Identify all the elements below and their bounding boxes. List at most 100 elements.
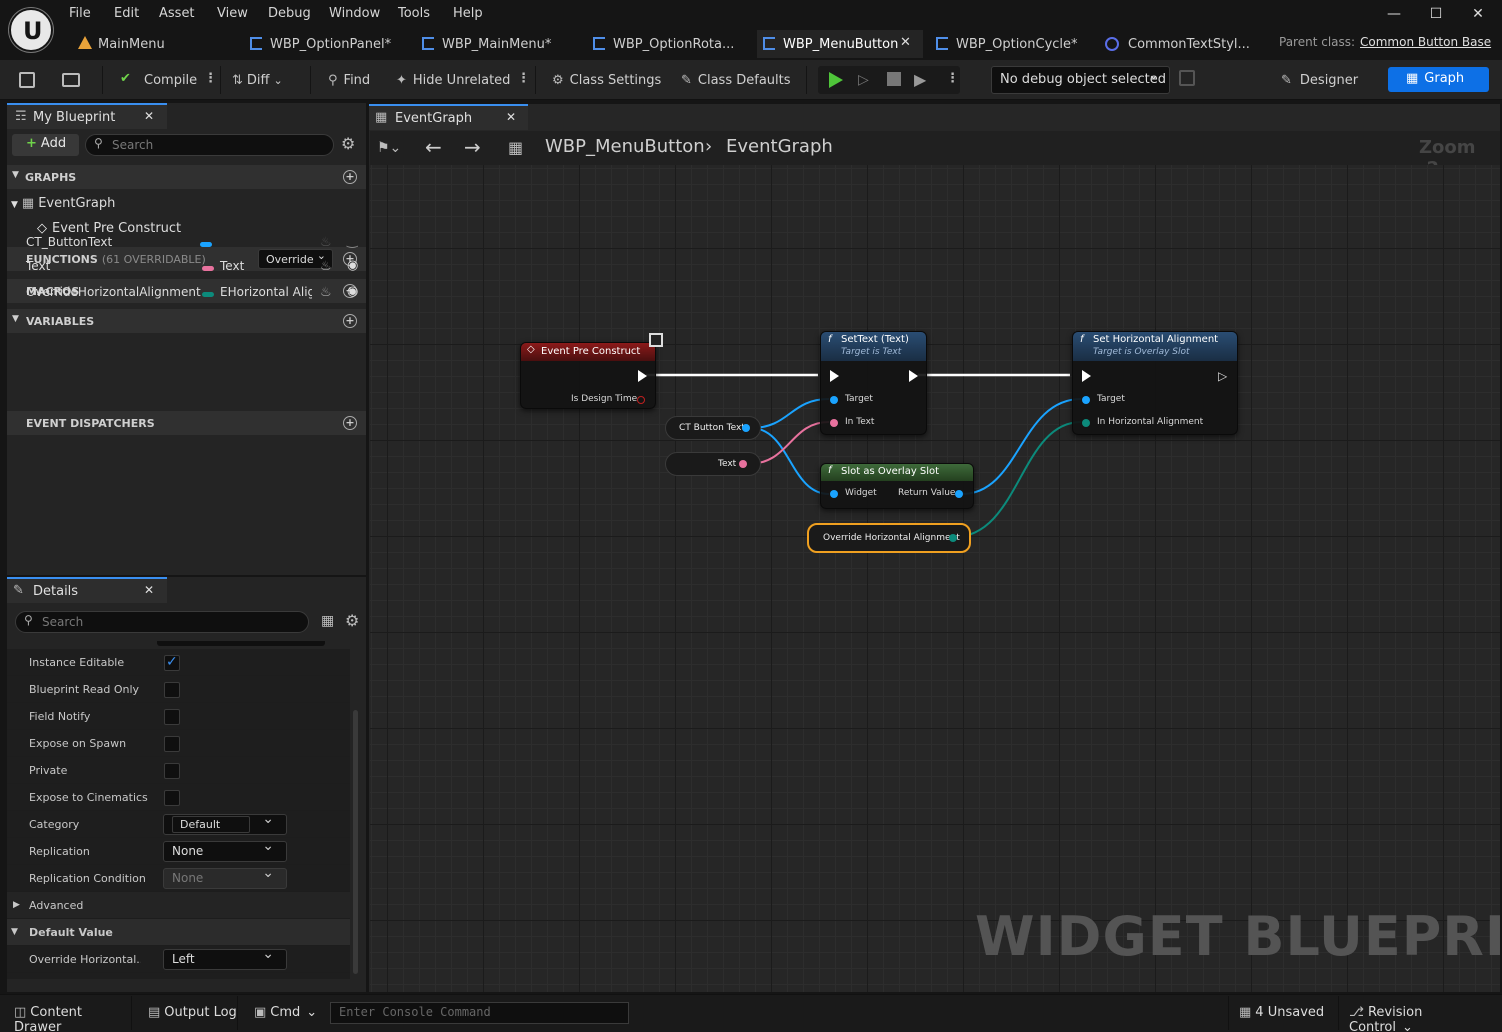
exec-out-pin[interactable] [638, 370, 647, 382]
bookmark-icon[interactable]: ⚑⌄ [377, 140, 401, 156]
event-pre-construct-node[interactable]: ◇ Event Pre Construct Is Design Time [520, 342, 656, 409]
override-horizontal-combo[interactable]: Left [163, 945, 287, 970]
bool-pin[interactable] [637, 396, 645, 404]
menu-window[interactable]: Window [329, 6, 380, 24]
unreal-logo-icon[interactable] [9, 8, 53, 52]
add-graph-icon[interactable]: + [343, 170, 357, 184]
menu-view[interactable]: View [217, 6, 248, 24]
find-button[interactable]: ⚲ Find [328, 68, 370, 92]
tab-commontextstyle[interactable]: CommonTextStyl... [1102, 30, 1262, 58]
tab-mainmenu[interactable]: MainMenu [72, 30, 237, 58]
menu-edit[interactable]: Edit [114, 6, 139, 24]
graph-mode-button[interactable]: ▦ Graph [1388, 67, 1489, 92]
graphs-section-header[interactable]: ▼ GRAPHS + [7, 165, 366, 189]
my-blueprint-tab[interactable]: ☶ My Blueprint ✕ [7, 103, 167, 129]
default-value-section-header[interactable]: ▼ Default Value [7, 919, 350, 946]
maximize-icon[interactable]: ☐ [1426, 6, 1446, 24]
slot-as-overlay-slot-node[interactable]: f Slot as Overlay Slot Widget Return Valu… [820, 463, 974, 509]
tab-wbp-optionpanel[interactable]: WBP_OptionPanel* [244, 30, 412, 58]
find-options-icon[interactable]: ⋮ [517, 68, 530, 92]
exec-out-pin-empty-icon[interactable]: ▷ [1218, 369, 1227, 383]
in-horizontal-alignment-pin[interactable] [1082, 419, 1090, 427]
variables-section-header[interactable]: ▼ VARIABLES + [7, 309, 366, 333]
back-arrow-icon[interactable]: ← [425, 135, 442, 159]
tab-wbp-mainmenu[interactable]: WBP_MainMenu* [416, 30, 584, 58]
text-getter[interactable]: Text [665, 452, 761, 476]
set-horizontal-alignment-node[interactable]: f Set Horizontal Alignment Target is Overl… [1072, 331, 1238, 435]
play-icon[interactable] [829, 72, 843, 88]
diff-button[interactable]: ⇅ Diff ⌄ [232, 68, 283, 92]
tab-wbp-optioncycle[interactable]: WBP_OptionCycle* [930, 30, 1098, 58]
save-icon[interactable] [19, 68, 39, 92]
menu-help[interactable]: Help [453, 6, 483, 24]
close-tab-icon[interactable]: ✕ [144, 109, 154, 123]
close-tab-icon[interactable]: ✕ [506, 110, 516, 124]
tab-wbp-menubutton[interactable]: WBP_MenuButton ✕ [757, 30, 923, 58]
variable-row-overridehorizontalalignment[interactable]: OverrideHorizontalAlignment EHorizontal … [7, 282, 366, 304]
blueprint-read-only-checkbox[interactable] [164, 682, 180, 698]
output-log-button[interactable]: ▤ Output Log [140, 996, 238, 1030]
graph-item-eventgraph[interactable]: ▼ ▦ EventGraph [11, 196, 115, 211]
property-private[interactable]: Private [7, 757, 350, 784]
parent-class-link[interactable]: Common Button Base [1360, 35, 1491, 49]
menu-file[interactable]: File [69, 6, 91, 24]
browse-icon[interactable] [62, 68, 84, 92]
in-text-pin[interactable] [830, 419, 838, 427]
advanced-section-header[interactable]: ▶ Advanced [7, 892, 350, 919]
cmd-dropdown[interactable]: ▣ Cmd ⌄ [246, 996, 326, 1030]
menu-asset[interactable]: Asset [159, 6, 195, 24]
exec-in-pin[interactable] [1082, 370, 1091, 382]
details-scrollbar[interactable] [353, 710, 358, 974]
details-tab[interactable]: ✎ Details ✕ [7, 577, 167, 603]
variable-row-ct-buttontext[interactable]: CT_ButtonText ♨ ‿ [7, 232, 366, 254]
expose-on-spawn-checkbox[interactable] [164, 736, 180, 752]
bell-icon[interactable]: ♨ [320, 235, 332, 250]
gear-icon[interactable]: ⚙ [341, 134, 355, 153]
step-icon[interactable]: ▷ [858, 72, 869, 88]
exec-out-pin[interactable] [909, 370, 918, 382]
tab-wbp-optionrota[interactable]: WBP_OptionRota... [587, 30, 755, 58]
override-horizontal-alignment-getter[interactable]: Override Horizontal Alignment [807, 523, 971, 553]
output-pin[interactable] [949, 534, 957, 542]
graph-canvas[interactable]: ◇ Event Pre Construct Is Design Time f Set… [370, 165, 1500, 992]
target-pin[interactable] [1082, 396, 1090, 404]
console-command-input[interactable]: Enter Console Command [330, 1002, 629, 1024]
unsaved-button[interactable]: ▦ 4 Unsaved [1228, 996, 1331, 1030]
breadcrumb-root[interactable]: WBP_MenuButton [545, 136, 705, 157]
eye-icon[interactable]: ◉ [347, 284, 358, 299]
content-drawer-button[interactable]: ◫ Content Drawer [6, 996, 132, 1032]
category-combo[interactable]: Default [163, 810, 287, 835]
replication-combo[interactable]: None [163, 837, 287, 862]
property-field-notify[interactable]: Field Notify [7, 703, 350, 730]
add-dispatcher-icon[interactable]: + [343, 416, 357, 430]
bell-icon[interactable]: ♨ [320, 259, 332, 274]
revision-control-button[interactable]: ⎇ Revision Control ⌄ [1338, 996, 1488, 1032]
gear-icon[interactable]: ⚙ [345, 611, 359, 630]
eye-icon[interactable]: ◉ [347, 258, 358, 273]
table-view-icon[interactable]: ▦ [321, 613, 334, 629]
return-value-pin[interactable] [955, 490, 963, 498]
forward-arrow-icon[interactable]: → [464, 135, 481, 159]
class-settings-button[interactable]: ⚙ Class Settings [552, 68, 661, 92]
eye-closed-icon[interactable]: ‿ [347, 234, 357, 249]
play-options-icon[interactable]: ⋮ [946, 68, 959, 92]
property-replication[interactable]: Replication None [7, 837, 350, 865]
property-replication-condition[interactable]: Replication Condition None [7, 864, 350, 892]
compile-button[interactable]: ✔ Compile [120, 68, 197, 92]
add-variable-icon[interactable]: + [343, 314, 357, 328]
output-pin[interactable] [739, 460, 747, 468]
menu-debug[interactable]: Debug [268, 6, 311, 24]
class-defaults-button[interactable]: ✎ Class Defaults [681, 68, 791, 92]
designer-button[interactable]: ✎ Designer [1281, 68, 1358, 92]
private-checkbox[interactable] [164, 763, 180, 779]
debug-object-select[interactable]: No debug object selected ⌄ [991, 66, 1170, 94]
eventgraph-tab[interactable]: ▦ EventGraph ✕ [369, 104, 528, 130]
compile-options-icon[interactable]: ⋮ [204, 68, 217, 92]
settext-node[interactable]: f SetText (Text) Target is Text Target In … [820, 331, 927, 435]
close-tab-icon[interactable]: ✕ [900, 35, 911, 50]
property-expose-on-spawn[interactable]: Expose on Spawn [7, 730, 350, 757]
menu-tools[interactable]: Tools [398, 6, 430, 24]
add-button[interactable]: + Add [12, 134, 79, 156]
minimize-icon[interactable]: — [1384, 6, 1404, 24]
target-pin[interactable] [830, 396, 838, 404]
